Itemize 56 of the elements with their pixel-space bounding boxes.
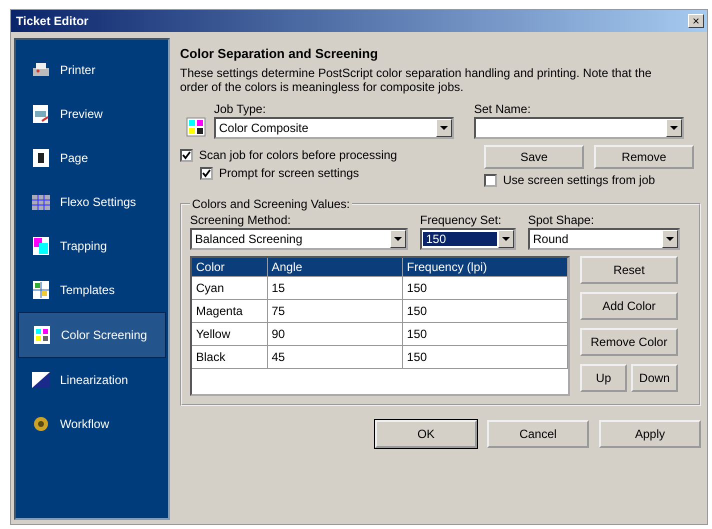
order-button[interactable]: Down	[631, 364, 678, 392]
field-label: Job Type:	[214, 102, 267, 116]
column-header[interactable]: Frequency (lpi)	[402, 258, 568, 276]
checkbox[interactable]: Use screen settings from job	[484, 173, 694, 187]
table-button[interactable]: Reset	[580, 256, 678, 284]
order-button[interactable]: Up	[580, 364, 627, 392]
gradient-icon	[30, 369, 52, 391]
field-label: Frequency Set:	[420, 213, 502, 227]
group-title: Colors and Screening Values:	[191, 197, 351, 211]
dialog-button[interactable]: OK	[375, 420, 477, 448]
column-header[interactable]: Color	[192, 258, 268, 276]
sidebar-item[interactable]: Printer	[18, 48, 166, 92]
dialog-button[interactable]: Apply	[599, 420, 701, 448]
description-text: These settings determine PostScript color separation handling and printing. Note that the order of the colors is meaningless for composite jobs.	[180, 66, 653, 94]
table-cell: 15	[268, 277, 403, 299]
set-name-dropdown[interactable]	[474, 117, 684, 139]
sidebar-item[interactable]: Workflow	[18, 402, 166, 446]
checkbox[interactable]: Prompt for screen settings	[200, 166, 464, 180]
table-cell: 90	[268, 323, 403, 345]
sidebar-item[interactable]: Flexo Settings	[18, 180, 166, 224]
sidebar-item[interactable]: Templates	[18, 268, 166, 312]
check-icon	[182, 150, 191, 160]
table-cell: 45	[268, 346, 403, 368]
checkbox[interactable]: Scan job for colors before processing	[180, 148, 464, 162]
dropdown[interactable]: Round	[528, 228, 680, 250]
table-cell: 150	[402, 323, 568, 345]
section-heading: Color Separation and Screening	[180, 46, 379, 61]
table-cell: 150	[402, 346, 568, 368]
table-button[interactable]: Add Color	[580, 292, 678, 320]
field-label: Spot Shape:	[528, 213, 596, 227]
dialog-button[interactable]: Remove	[594, 145, 694, 169]
column-header[interactable]: Angle	[268, 258, 403, 276]
table-cell: Magenta	[192, 300, 268, 322]
field-label: Set Name:	[474, 102, 532, 116]
table-cell: 75	[268, 300, 403, 322]
job-type-dropdown[interactable]: Color Composite	[214, 117, 454, 139]
dropdown[interactable]: Balanced Screening	[190, 228, 408, 250]
table-cell: Yellow	[192, 323, 268, 345]
table-cell: 150	[402, 300, 568, 322]
dropdown[interactable]: 150	[420, 228, 516, 250]
sidebar-item[interactable]: Trapping	[18, 224, 166, 268]
color-swatch-icon	[186, 117, 206, 137]
close-button[interactable]: ×	[688, 14, 704, 28]
window-title: Ticket Editor	[16, 14, 88, 28]
sidebar-item[interactable]: Linearization	[18, 358, 166, 402]
dialog-button[interactable]: Cancel	[487, 420, 589, 448]
table-cell: Black	[192, 346, 268, 368]
table-cell: 150	[402, 277, 568, 299]
sidebar-item[interactable]: Color Screening	[18, 312, 166, 358]
sidebar-item[interactable]: Preview	[18, 92, 166, 136]
field-label: Screening Method:	[190, 213, 292, 227]
table-button[interactable]: Remove Color	[580, 328, 678, 356]
check-icon	[202, 168, 211, 178]
sidebar-item[interactable]: Page	[18, 136, 166, 180]
dialog-button[interactable]: Save	[484, 145, 584, 169]
table-cell: Cyan	[192, 277, 268, 299]
